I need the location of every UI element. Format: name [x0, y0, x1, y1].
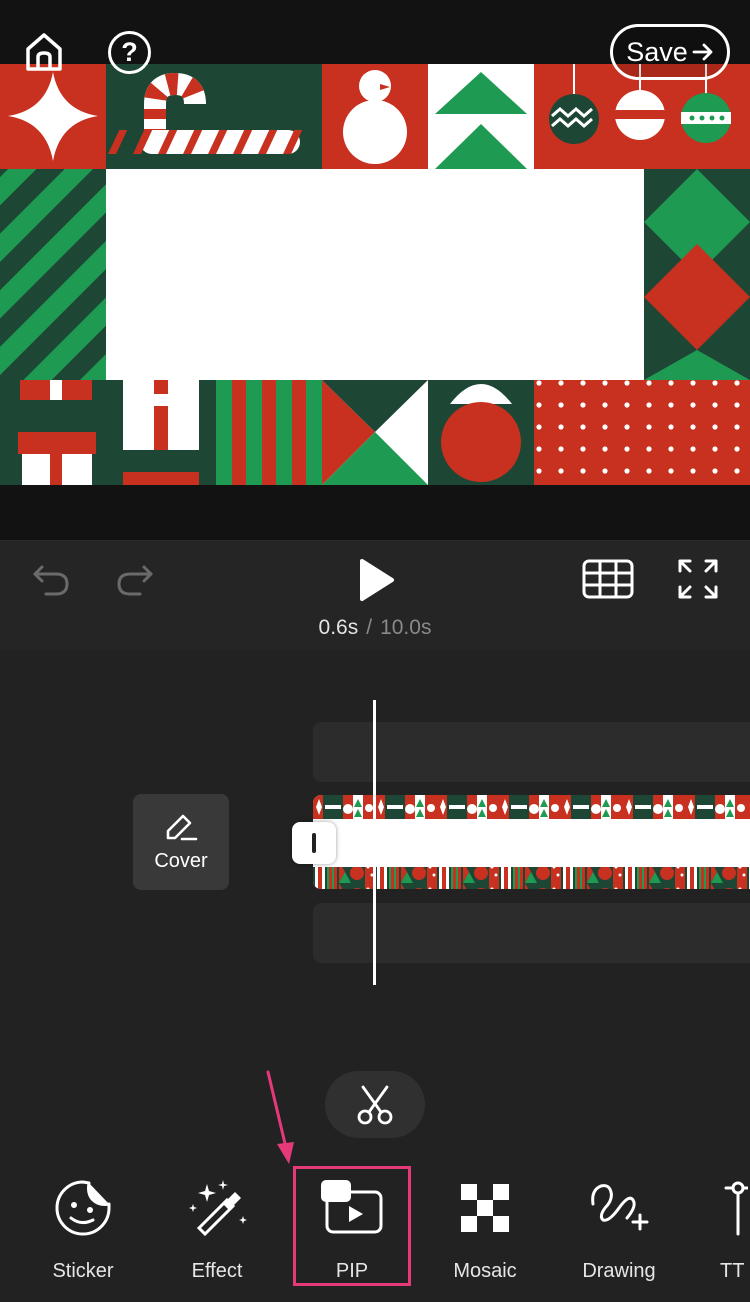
playhead[interactable] [373, 700, 376, 985]
split-button[interactable] [325, 1071, 425, 1138]
undo-icon[interactable] [32, 561, 70, 597]
fullscreen-icon[interactable] [677, 558, 719, 600]
scissors-icon [357, 1085, 393, 1124]
time-separator: / [366, 616, 373, 639]
sticker-icon [55, 1180, 111, 1236]
play-icon[interactable] [356, 557, 396, 603]
clip-thumbnails [313, 795, 750, 889]
grid-icon[interactable] [582, 559, 634, 599]
tool-label: TT [720, 1260, 745, 1282]
video-preview-canvas[interactable] [0, 64, 750, 485]
tool-label: Drawing [582, 1260, 656, 1282]
cover-button[interactable]: Cover [133, 794, 229, 890]
total-time: 10.0s [380, 616, 432, 639]
tool-label: PIP [335, 1260, 369, 1282]
preview-area: ? Save [0, 0, 750, 540]
tool-text[interactable]: TT [688, 1178, 750, 1288]
drawing-icon [591, 1184, 649, 1231]
video-clip[interactable] [313, 795, 750, 889]
save-label: Save [626, 36, 688, 67]
help-button[interactable]: ? [108, 31, 151, 74]
home-icon [26, 33, 62, 71]
time-display: 0.6s / 10.0s [0, 616, 750, 640]
pip-icon [321, 1180, 383, 1234]
tool-label: Mosaic [453, 1260, 517, 1282]
tool-drawing[interactable]: Drawing [554, 1178, 684, 1288]
arrow-right-icon [692, 43, 713, 61]
mosaic-icon [461, 1184, 509, 1232]
upper-track[interactable] [313, 722, 750, 782]
text-icon [724, 1181, 748, 1236]
tool-pip[interactable]: PIP [287, 1178, 417, 1288]
clip-trim-handle[interactable] [292, 822, 336, 864]
lower-track[interactable] [313, 903, 750, 963]
tool-mosaic[interactable]: Mosaic [420, 1178, 550, 1288]
pencil-icon [166, 814, 198, 840]
tool-label: Sticker [52, 1260, 114, 1282]
playback-controls: 0.6s / 10.0s [0, 540, 750, 650]
annotation-arrow-icon [266, 1070, 294, 1164]
redo-icon[interactable] [116, 561, 154, 597]
home-button[interactable] [22, 30, 66, 74]
tool-label: Effect [191, 1260, 243, 1282]
cover-label: Cover [154, 849, 208, 872]
bottom-toolbar: Sticker Effect PIP Mosaic Drawing TT [0, 1160, 750, 1302]
tool-effect[interactable]: Effect [152, 1178, 282, 1288]
effect-wand-icon [189, 1180, 247, 1237]
save-button[interactable]: Save [610, 24, 730, 80]
tool-sticker[interactable]: Sticker [18, 1178, 148, 1288]
help-icon: ? [121, 37, 138, 67]
current-time: 0.6s [318, 616, 359, 639]
timeline: Cover [0, 650, 750, 1138]
